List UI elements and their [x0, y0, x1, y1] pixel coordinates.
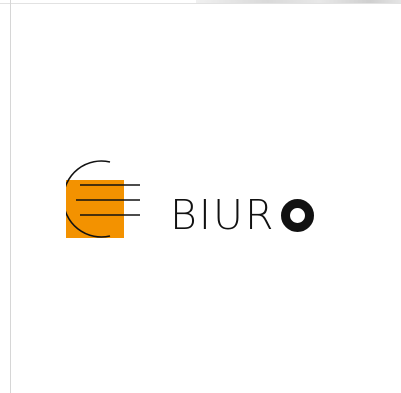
wordmark-light-text: BIUR — [170, 190, 276, 239]
frame-left-line — [10, 0, 11, 393]
logomark-orange-square — [66, 180, 124, 238]
wordmark-bold-o — [281, 198, 315, 232]
frame-top-line — [0, 3, 401, 4]
biuro-logomark-icon — [66, 160, 140, 238]
biuro-logo: BIUR — [66, 158, 356, 242]
logo-wordmark: BIUR — [170, 190, 315, 240]
